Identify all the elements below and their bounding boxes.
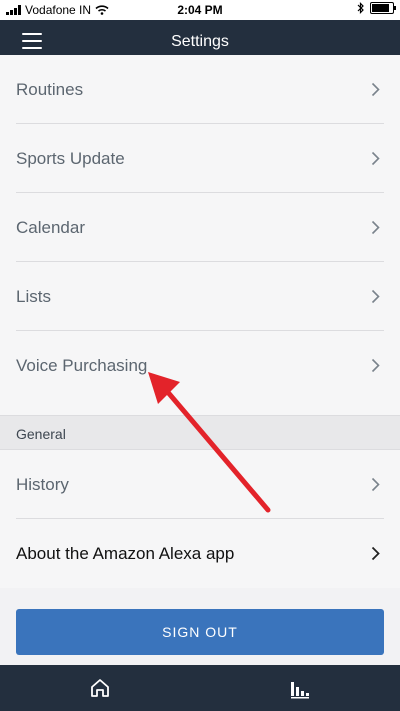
settings-item-label: About the Amazon Alexa app: [16, 544, 235, 563]
battery-icon: [370, 2, 396, 14]
page-title: Settings: [171, 33, 229, 50]
settings-item-calendar[interactable]: Calendar: [0, 193, 400, 262]
chevron-right-icon: [371, 289, 380, 304]
chevron-right-icon: [371, 220, 380, 235]
section-header-general: General: [0, 415, 400, 450]
chevron-right-icon: [371, 151, 380, 166]
bluetooth-icon: [357, 2, 364, 14]
chevron-right-icon: [371, 477, 380, 492]
settings-item-label: Voice Purchasing: [16, 356, 148, 375]
settings-item-routines[interactable]: Routines: [0, 55, 400, 124]
home-icon[interactable]: [88, 676, 112, 700]
now-playing-icon[interactable]: [288, 676, 312, 700]
settings-item-label: History: [16, 475, 69, 494]
settings-item-label: Calendar: [16, 218, 85, 237]
chevron-right-icon: [371, 82, 380, 97]
settings-item-label: Routines: [16, 80, 84, 99]
settings-item-label: Lists: [16, 287, 51, 306]
chevron-right-icon: [371, 358, 380, 373]
settings-item-label: Sports Update: [16, 149, 125, 168]
settings-item-history[interactable]: History: [0, 450, 400, 519]
status-bar: Vodafone IN 2:04 PM: [0, 0, 400, 20]
settings-list: Routines Sports Update Calendar Lists Vo…: [0, 55, 400, 665]
settings-item-about-app[interactable]: About the Amazon Alexa app: [0, 519, 400, 588]
settings-item-sports-update[interactable]: Sports Update: [0, 124, 400, 193]
clock: 2:04 PM: [177, 3, 223, 17]
settings-item-lists[interactable]: Lists: [0, 262, 400, 331]
section-header-label: General: [16, 426, 66, 442]
settings-item-voice-purchasing[interactable]: Voice Purchasing: [0, 331, 400, 415]
chevron-right-icon: [371, 546, 380, 561]
sign-out-button[interactable]: SIGN OUT: [16, 609, 384, 655]
bottom-nav: [0, 665, 400, 711]
